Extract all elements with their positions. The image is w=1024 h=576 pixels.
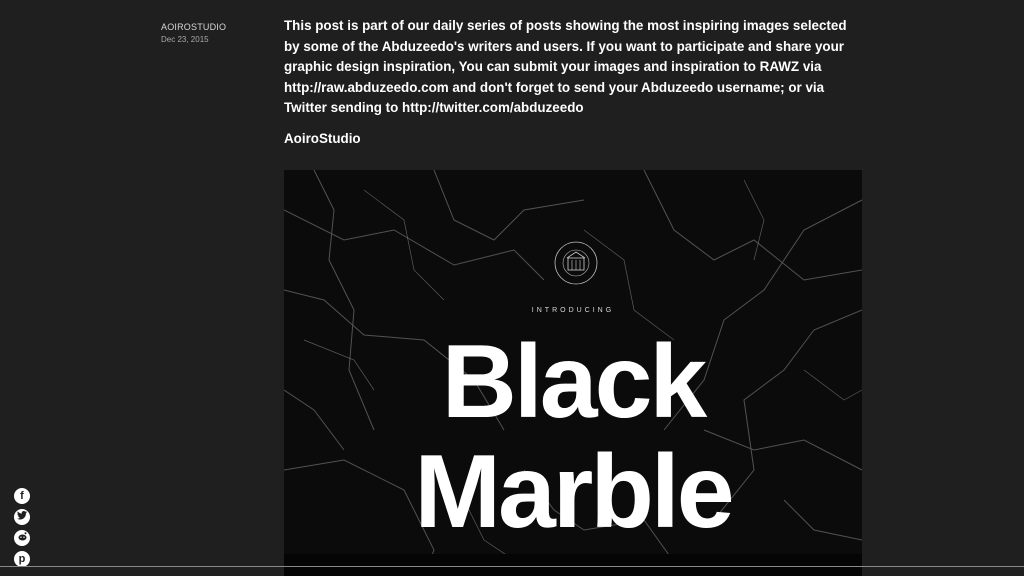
logo-emblem [554,241,598,285]
hero-bottom-band [284,554,862,576]
page: AOIROSTUDIO Dec 23, 2015 This post is pa… [0,0,1024,576]
hero-title-line2: Marble [414,434,734,550]
bottom-divider [0,566,1024,567]
post-signature: AoiroStudio [284,130,361,146]
hero-introducing: INTRODUCING [531,307,615,314]
hero-image[interactable]: INTRODUCING Black Marble [284,170,862,576]
hero-title-line1: Black [441,324,708,440]
twitter-share-button[interactable] [14,509,30,525]
share-bar: f p [14,488,32,572]
twitter-icon [17,509,27,525]
facebook-share-button[interactable]: f [14,488,30,504]
pinterest-share-button[interactable]: p [14,551,30,567]
post-meta: AOIROSTUDIO Dec 23, 2015 [161,21,226,46]
post-content: This post is part of our daily series of… [284,16,864,149]
reddit-share-button[interactable] [14,530,30,546]
facebook-icon: f [20,490,24,502]
post-intro: This post is part of our daily series of… [284,18,847,115]
reddit-icon [17,530,28,546]
pinterest-icon: p [18,553,26,565]
post-author[interactable]: AOIROSTUDIO [161,21,226,33]
post-date: Dec 23, 2015 [161,35,209,44]
